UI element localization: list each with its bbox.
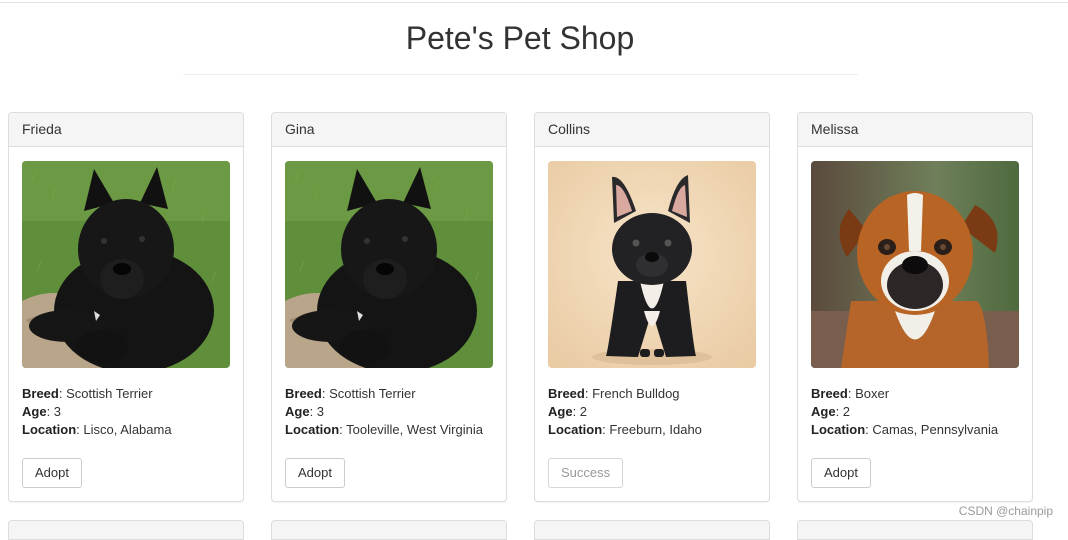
pet-card-melissa: Melissa Breed: Boxer Age: 2 Location: Ca… [797,112,1033,502]
location-value: Camas, Pennsylvania [872,422,999,437]
location-label: Location [285,422,340,437]
location-label: Location [22,422,77,437]
pet-card-next-row [797,520,1033,540]
pet-name: Gina [272,113,506,147]
breed-value: Boxer [855,386,890,401]
success-button: Success [548,458,624,488]
age-label: Age [811,404,836,419]
watermark: CSDN @chainpip [958,504,1053,518]
adopt-button[interactable]: Adopt [285,458,345,488]
location-label: Location [548,422,603,437]
scottish-terrier-photo [285,161,493,368]
pet-card-next-row [534,520,770,540]
age-value: 3 [316,404,325,419]
breed-value: French Bulldog [592,386,680,401]
title-divider [183,74,858,75]
location-value: Freeburn, Idaho [609,422,702,437]
pet-card-frieda: Frieda Breed: Scottish Terrier Age: 3 Lo… [8,112,244,502]
pet-card-next-row [8,520,244,540]
breed-value: Scottish Terrier [329,386,416,401]
pet-name: Collins [535,113,769,147]
pet-details: Breed: Scottish Terrier Age: 3 Location:… [285,386,483,437]
page-title: Pete's Pet Shop [405,20,635,56]
adopt-button[interactable]: Adopt [22,458,82,488]
breed-label: Breed [548,386,585,401]
location-label: Location [811,422,866,437]
pet-details: Breed: Scottish Terrier Age: 3 Location:… [22,386,172,437]
pet-card-gina: Gina Breed: Scottish Terrier Age: 3 Loca… [271,112,507,502]
pet-card-collins: Collins Breed: French Bulldog Age: 2 Loc… [534,112,770,502]
age-label: Age [22,404,47,419]
breed-label: Breed [811,386,848,401]
breed-value: Scottish Terrier [66,386,153,401]
pet-name: Frieda [9,113,243,147]
age-value: 2 [842,404,851,419]
scottish-terrier-photo [22,161,230,368]
breed-label: Breed [22,386,59,401]
pet-details: Breed: Boxer Age: 2 Location: Camas, Pen… [811,386,999,437]
french-bulldog-photo [548,161,756,368]
pet-card-next-row [271,520,507,540]
pet-name: Melissa [798,113,1032,147]
age-label: Age [285,404,310,419]
boxer-photo [811,161,1019,368]
age-value: 2 [579,404,588,419]
age-label: Age [548,404,573,419]
location-value: Lisco, Alabama [83,422,172,437]
adopt-button[interactable]: Adopt [811,458,871,488]
location-value: Tooleville, West Virginia [346,422,483,437]
top-divider [0,2,1068,3]
age-value: 3 [53,404,62,419]
breed-label: Breed [285,386,322,401]
pet-details: Breed: French Bulldog Age: 2 Location: F… [548,386,702,437]
